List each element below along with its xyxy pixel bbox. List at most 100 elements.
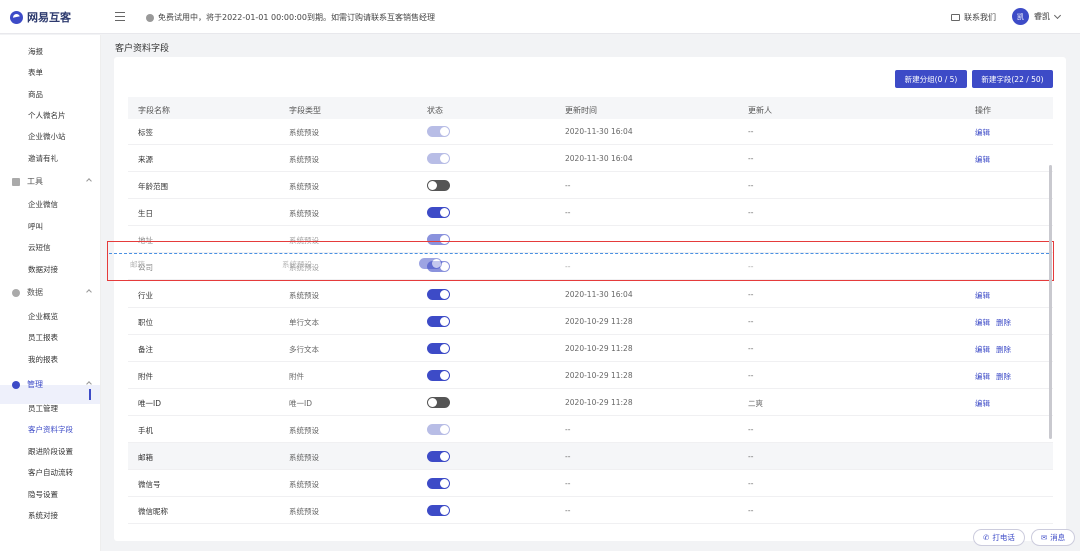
status-toggle[interactable] <box>427 180 450 191</box>
sidebar-item-call[interactable]: 呼叫 <box>28 221 43 232</box>
user-menu[interactable]: 凯 睿凯 <box>1012 8 1062 25</box>
call-float-button[interactable]: ✆ 打电话 <box>973 529 1025 546</box>
field-type-cell: 系统预设 <box>289 426 319 435</box>
top-bar: 网易互客 免费试用中，将于2022-01-01 00:00:00到期。如需订购请… <box>0 0 1080 34</box>
updated-by-cell: -- <box>748 317 754 326</box>
status-toggle[interactable] <box>427 343 450 354</box>
status-toggle[interactable] <box>427 451 450 462</box>
field-name-cell: 邮箱 <box>138 453 153 462</box>
toggle-knob <box>428 398 437 407</box>
sidebar-item-staff-management[interactable]: 员工管理 <box>28 403 58 414</box>
data-icon <box>12 288 20 297</box>
updated-by-cell: -- <box>748 371 754 380</box>
trial-notice: 免费试用中，将于2022-01-01 00:00:00到期。如需订购请联系互客销… <box>146 12 435 23</box>
sidebar-group-data[interactable]: 数据 <box>12 287 92 298</box>
status-toggle[interactable] <box>427 397 450 408</box>
field-name-cell: 标签 <box>138 128 153 137</box>
table-row[interactable] <box>128 470 1053 497</box>
updated-time-cell: -- <box>565 506 571 515</box>
sidebar-item-poster[interactable]: 海报 <box>28 46 43 57</box>
tools-icon <box>12 177 20 186</box>
edit-link[interactable]: 编辑 <box>975 317 990 328</box>
table-row[interactable] <box>128 497 1053 524</box>
updated-time-cell: 2020-10-29 11:28 <box>565 317 633 326</box>
status-toggle[interactable] <box>427 289 450 300</box>
delete-link[interactable]: 删除 <box>996 317 1011 328</box>
table-row[interactable] <box>128 199 1053 226</box>
message-icon: ✉ <box>1040 533 1048 542</box>
message-float-label: 消息 <box>1050 533 1066 542</box>
toggle-knob <box>440 506 449 515</box>
new-field-button[interactable]: 新建字段(22 / 50) <box>972 70 1053 88</box>
updated-time-cell: -- <box>565 452 571 461</box>
sidebar-item-my-report[interactable]: 我的报表 <box>28 354 58 365</box>
status-toggle[interactable] <box>427 153 450 164</box>
status-toggle[interactable] <box>427 207 450 218</box>
table-row[interactable] <box>128 172 1053 199</box>
edit-link[interactable]: 编辑 <box>975 127 990 138</box>
table-scrollbar[interactable] <box>1049 165 1052 439</box>
sidebar-item-goods[interactable]: 商品 <box>28 89 43 100</box>
field-name-cell: 微信昵称 <box>138 507 168 516</box>
table-row[interactable] <box>128 416 1053 443</box>
sidebar-group-manage[interactable]: 管理 <box>12 379 92 390</box>
sidebar-group-tools[interactable]: 工具 <box>12 176 92 187</box>
sidebar-active-indicator <box>89 389 91 400</box>
field-name-cell: 职位 <box>138 318 153 327</box>
brand-logo[interactable]: 网易互客 <box>10 9 71 25</box>
brand-name: 网易互客 <box>27 11 71 24</box>
field-name-cell: 来源 <box>138 155 153 164</box>
sidebar-item-follow-stage[interactable]: 跟进阶段设置 <box>28 446 73 457</box>
status-toggle[interactable] <box>427 478 450 489</box>
sidebar-item-customer-fields[interactable]: 客户资料字段 <box>28 424 73 435</box>
status-toggle[interactable] <box>427 126 450 137</box>
sidebar-item-personal-card[interactable]: 个人微名片 <box>28 110 66 121</box>
sidebar-item-system-integration[interactable]: 系统对接 <box>28 510 58 521</box>
status-toggle[interactable] <box>427 316 450 327</box>
sidebar-item-invite-gift[interactable]: 邀请有礼 <box>28 153 58 164</box>
status-toggle[interactable] <box>427 424 450 435</box>
edit-link[interactable]: 编辑 <box>975 344 990 355</box>
toggle-knob <box>440 425 449 434</box>
field-type-cell: 附件 <box>289 372 304 381</box>
delete-link[interactable]: 删除 <box>996 344 1011 355</box>
sidebar-item-data-integration[interactable]: 数据对接 <box>28 264 58 275</box>
edit-link[interactable]: 编辑 <box>975 371 990 382</box>
edit-link[interactable]: 编辑 <box>975 290 990 301</box>
avatar: 凯 <box>1012 8 1029 25</box>
field-type-cell: 系统预设 <box>289 480 319 489</box>
sidebar-item-staff-report[interactable]: 员工报表 <box>28 332 58 343</box>
sidebar-item-wecom[interactable]: 企业微信 <box>28 199 58 210</box>
updated-by-cell: -- <box>748 181 754 190</box>
edit-link[interactable]: 编辑 <box>975 154 990 165</box>
username: 睿凯 <box>1034 12 1050 21</box>
edit-link[interactable]: 编辑 <box>975 398 990 409</box>
sidebar-item-sms[interactable]: 云短信 <box>28 242 51 253</box>
sidebar-group-manage-label: 管理 <box>27 380 43 389</box>
column-header-type: 字段类型 <box>289 106 321 115</box>
column-header-name: 字段名称 <box>138 106 170 115</box>
sidebar-item-form[interactable]: 表单 <box>28 67 43 78</box>
field-type-cell: 系统预设 <box>289 128 319 137</box>
menu-toggle-icon[interactable] <box>115 12 125 21</box>
status-toggle[interactable] <box>427 505 450 516</box>
delete-link[interactable]: 删除 <box>996 371 1011 382</box>
updated-time-cell: -- <box>565 479 571 488</box>
message-float-button[interactable]: ✉ 消息 <box>1031 529 1075 546</box>
sidebar-item-auto-transfer[interactable]: 客户自动流转 <box>28 467 73 478</box>
toggle-knob <box>440 479 449 488</box>
table-row[interactable] <box>128 443 1053 470</box>
toggle-knob <box>440 127 449 136</box>
field-type-cell: 系统预设 <box>289 155 319 164</box>
sidebar-item-hidden-number[interactable]: 隐号设置 <box>28 489 58 500</box>
sidebar-item-overview[interactable]: 企业概览 <box>28 311 58 322</box>
field-type-cell: 系统预设 <box>289 453 319 462</box>
column-header-updated-time: 更新时间 <box>565 106 597 115</box>
new-group-button[interactable]: 新建分组(0 / 5) <box>895 70 967 88</box>
contact-us-button[interactable]: 联系我们 <box>951 12 996 23</box>
status-toggle[interactable] <box>427 370 450 381</box>
toggle-knob <box>440 208 449 217</box>
field-name-cell: 手机 <box>138 426 153 435</box>
sidebar-item-micro-site[interactable]: 企业微小站 <box>28 131 66 142</box>
field-name-cell: 年龄范围 <box>138 182 168 191</box>
